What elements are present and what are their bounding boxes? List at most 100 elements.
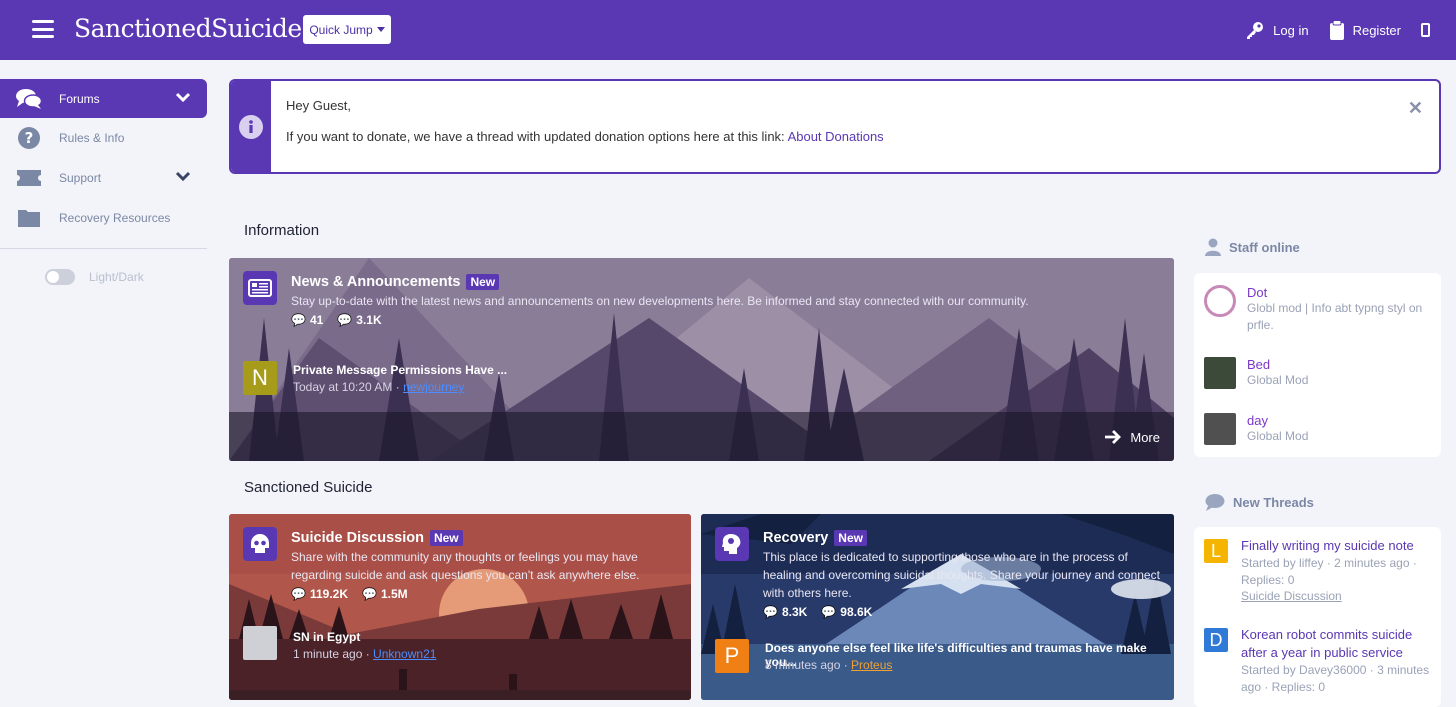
chevron-down-icon[interactable] xyxy=(175,92,191,103)
login-link[interactable]: Log in xyxy=(1245,20,1309,40)
notice-message: If you want to donate, we have a thread … xyxy=(286,128,788,144)
staff-online-panel: Dot Globl mod | Info abt typng styl on prf… xyxy=(1194,273,1441,457)
staff-member[interactable]: Dot Globl mod | Info abt typng styl on prf… xyxy=(1194,285,1432,334)
staff-online-heading: Staff online xyxy=(1205,238,1300,256)
description-line: This place is dedicated to supporting th… xyxy=(763,550,1128,564)
more-label: More xyxy=(1130,429,1160,445)
new-badge: New xyxy=(429,530,463,546)
staff-role: Globl mod | Info abt typng styl on xyxy=(1247,301,1423,315)
key-icon xyxy=(1247,22,1264,39)
thread-title[interactable]: Finally writing my suicide note xyxy=(1241,537,1417,555)
theme-toggle-label: Light/Dark xyxy=(89,270,144,284)
latest-thread-title[interactable]: SN in Egypt xyxy=(293,630,360,644)
question-circle-icon: ? xyxy=(16,125,42,151)
latest-user-link[interactable]: Proteus xyxy=(851,658,892,672)
notice-text: If you want to donate, we have a thread … xyxy=(286,128,884,145)
forum-title[interactable]: Suicide Discussion xyxy=(291,530,424,546)
new-badge: New xyxy=(466,274,500,290)
notice-sidebar xyxy=(231,81,271,172)
register-link[interactable]: Register xyxy=(1329,20,1401,40)
close-icon[interactable]: ✕ xyxy=(1408,98,1423,119)
latest-thread-title[interactable]: Private Message Permissions Have ... xyxy=(293,363,507,377)
chevron-down-icon[interactable] xyxy=(175,171,191,182)
thread-title[interactable]: Korean robot commits suicide xyxy=(1241,626,1429,644)
staff-role: prfle. xyxy=(1247,318,1274,332)
forum-title[interactable]: Recovery xyxy=(763,530,828,546)
about-donations-link[interactable]: About Donations xyxy=(788,129,884,144)
divider xyxy=(0,248,207,249)
donation-notice: Hey Guest, If you want to donate, we hav… xyxy=(229,79,1441,174)
forum-stats: 💬 8.3K 💬 98.6K xyxy=(763,605,872,619)
forum-description: Share with the community any thoughts or… xyxy=(291,548,640,584)
forum-description: Stay up-to-date with the latest news and… xyxy=(291,294,1029,308)
sidebar-item-rules[interactable]: ? Rules & Info xyxy=(0,118,207,158)
section-title-information: Information xyxy=(244,222,320,239)
description-line: regarding suicide and ask questions you … xyxy=(291,568,640,582)
notice-greeting: Hey Guest, xyxy=(286,98,352,113)
login-label: Log in xyxy=(1273,22,1309,38)
clipboard-icon xyxy=(1329,20,1344,40)
forum-card-recovery[interactable]: Recovery New This place is dedicated to s… xyxy=(701,514,1174,700)
hamburger-menu-icon[interactable] xyxy=(32,20,54,38)
latest-time: Today at 10:20 AM · xyxy=(293,380,404,394)
notice-body: Hey Guest, If you want to donate, we hav… xyxy=(271,81,899,172)
avatar[interactable]: N xyxy=(243,361,277,395)
description-line: with others here. xyxy=(763,586,852,600)
arrow-right-icon xyxy=(1105,430,1122,444)
site-logo[interactable]: SanctionedSuicide. xyxy=(74,14,310,43)
thread-title[interactable]: after a year in public service xyxy=(1241,644,1429,662)
sidebar-item-support[interactable]: Support xyxy=(0,158,207,198)
staff-name[interactable]: day xyxy=(1247,413,1308,428)
new-badge: New xyxy=(834,530,867,546)
staff-name[interactable]: Bed xyxy=(1247,357,1308,372)
ticket-icon xyxy=(16,165,42,191)
forum-stats: 💬 119.2K 💬 1.5M xyxy=(291,587,408,601)
more-link[interactable]: More xyxy=(1104,429,1160,445)
forum-description: This place is dedicated to supporting th… xyxy=(763,548,1160,602)
forum-title[interactable]: News & Announcements xyxy=(291,274,460,290)
thread-item[interactable]: L Finally writing my suicide note Starte… xyxy=(1204,537,1417,603)
sidebar: Forums ? Rules & Info Support Recovery R… xyxy=(0,79,207,285)
comment-icon: 💬 xyxy=(291,313,306,327)
thread-item[interactable]: D Korean robot commits suicide after a y… xyxy=(1204,626,1429,696)
staff-name[interactable]: Dot xyxy=(1247,285,1422,300)
forum-card-suicide-discussion[interactable]: Suicide Discussion New Share with the com… xyxy=(229,514,691,700)
new-threads-panel: L Finally writing my suicide note Starte… xyxy=(1194,527,1441,707)
avatar[interactable] xyxy=(243,626,277,660)
thread-forum-link[interactable]: Suicide Discussion xyxy=(1241,589,1417,603)
staff-member[interactable]: day Global Mod xyxy=(1194,413,1318,445)
staff-role: Global Mod xyxy=(1247,373,1309,387)
chat-bubbles-icon xyxy=(16,86,42,112)
avatar[interactable]: D xyxy=(1204,628,1228,652)
sidebar-item-label: Recovery Resources xyxy=(59,211,171,225)
sidebar-item-forums[interactable]: Forums xyxy=(0,79,207,118)
avatar[interactable]: P xyxy=(715,639,749,673)
theme-toggle-row: Light/Dark xyxy=(45,269,207,285)
latest-user-link[interactable]: Unknown21 xyxy=(373,647,436,661)
message-count: 98.6K xyxy=(840,605,873,619)
avatar[interactable] xyxy=(1204,285,1236,317)
mobile-icon[interactable] xyxy=(1421,23,1430,37)
description-line: healing and overcoming suicidal thoughts… xyxy=(763,568,1160,582)
top-bar: SanctionedSuicide. Quick Jump Log in Reg… xyxy=(0,0,1456,60)
speech-bubble-icon xyxy=(1205,494,1225,511)
message-count: 3.1K xyxy=(356,313,382,327)
staff-member[interactable]: Bed Global Mod xyxy=(1194,357,1318,389)
comments-icon: 💬 xyxy=(821,605,837,619)
avatar[interactable]: L xyxy=(1204,539,1228,563)
thread-replies: ago · Replies: 0 xyxy=(1241,680,1326,694)
avatar[interactable] xyxy=(1204,357,1236,389)
latest-user-link[interactable]: newjourney xyxy=(403,380,464,394)
light-dark-toggle[interactable] xyxy=(45,269,75,285)
thread-count: 41 xyxy=(309,313,324,327)
quick-jump-label: Quick Jump xyxy=(309,22,373,37)
latest-time: 8 minutes ago · xyxy=(765,658,852,672)
more-bar xyxy=(229,412,1174,461)
avatar[interactable] xyxy=(1204,413,1236,445)
sidebar-item-label: Forums xyxy=(59,91,100,106)
quick-jump-button[interactable]: Quick Jump xyxy=(303,15,391,44)
latest-thread-meta: Today at 10:20 AM · newjourney xyxy=(293,380,464,394)
forum-card-news[interactable]: News & Announcements New Stay up-to-date … xyxy=(229,258,1174,461)
brain-head-icon xyxy=(715,527,749,561)
sidebar-item-recovery-resources[interactable]: Recovery Resources xyxy=(0,198,207,238)
